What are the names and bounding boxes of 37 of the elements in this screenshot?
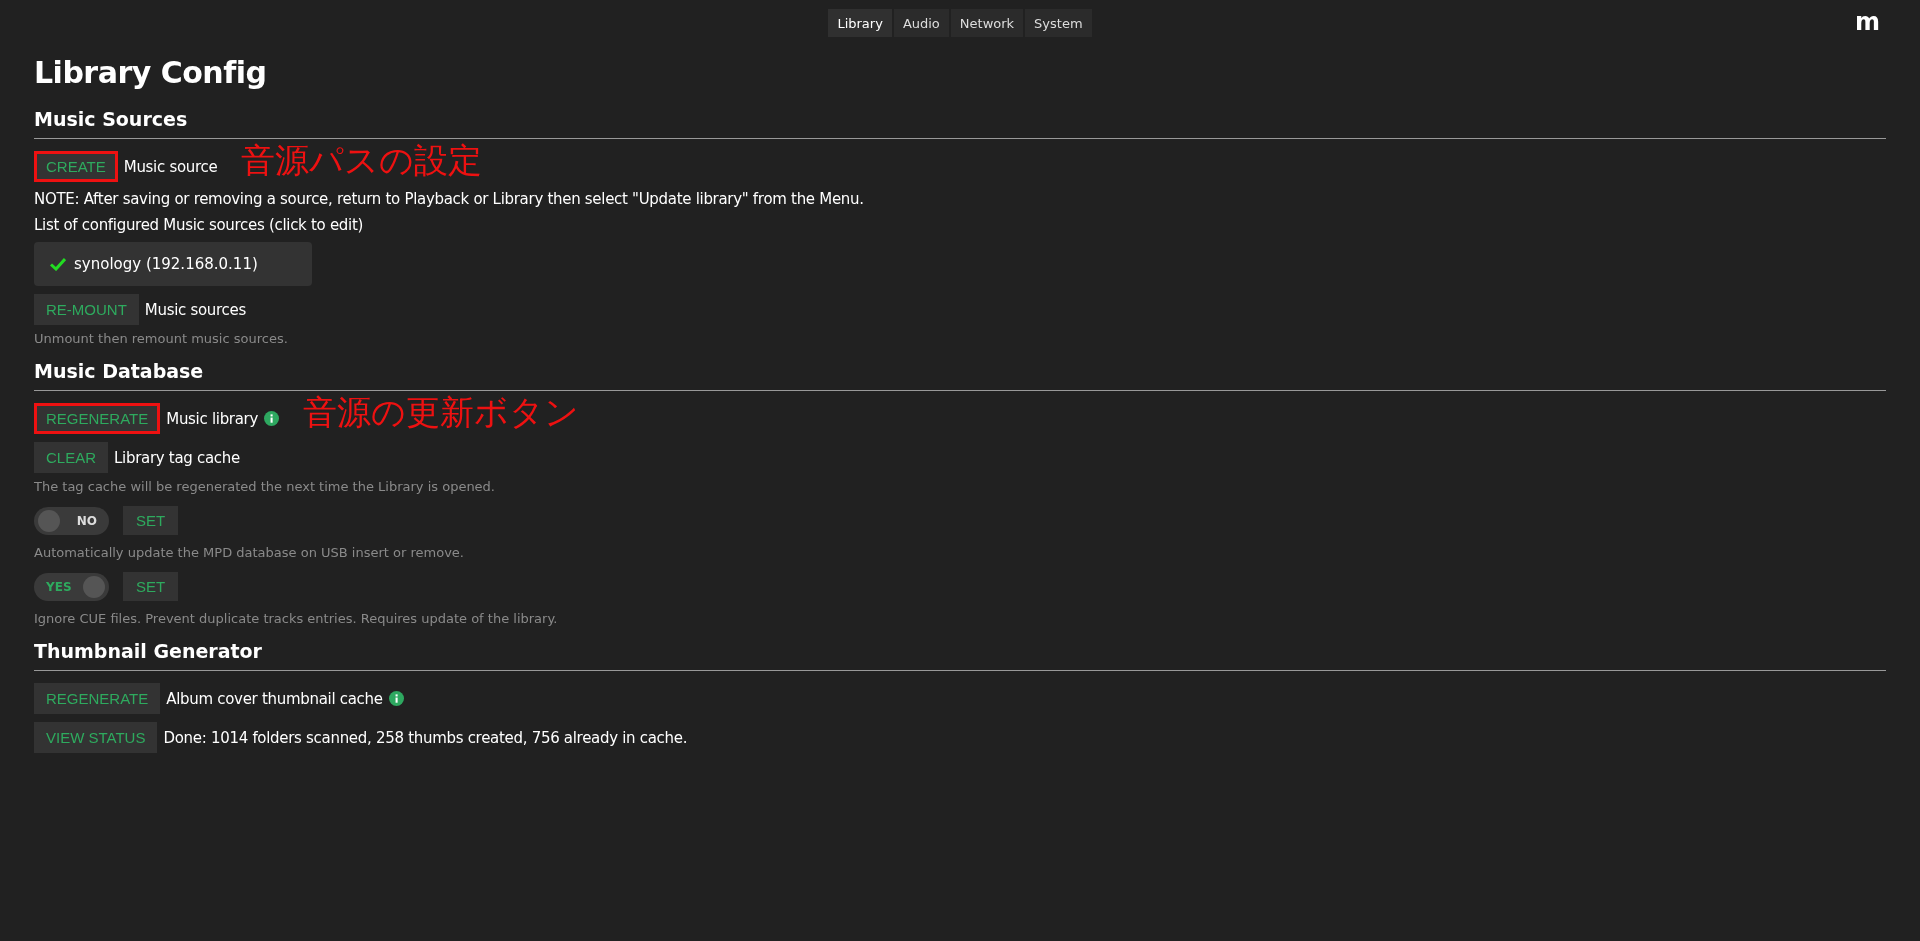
action-label: Done: 1014 folders scanned, 258 thumbs created, 756 already in cache. [163, 728, 688, 747]
info-icon[interactable] [388, 691, 404, 706]
action-button[interactable]: VIEW STATUS [34, 722, 158, 753]
action-label: Music source [123, 157, 218, 176]
action-label: Music sources [144, 300, 246, 319]
source-item[interactable]: synology (192.168.0.11) [34, 242, 312, 286]
action-button[interactable]: RE-MOUNT [34, 294, 139, 325]
note-text: List of configured Music sources (click to edit) [34, 216, 365, 234]
section-heading: Thumbnail Generator [34, 640, 263, 662]
set-button[interactable]: SET [123, 506, 179, 535]
set-button[interactable]: SET [123, 572, 179, 601]
help-text: Unmount then remount music sources. [34, 331, 289, 346]
toggle-switch[interactable]: NO [34, 506, 109, 535]
nav-tab[interactable]: Network [950, 9, 1024, 37]
nav-tab[interactable]: Library [828, 9, 892, 37]
annotation-text: 音源パスの設定 [241, 141, 483, 178]
check-icon [50, 257, 66, 271]
action-button[interactable]: REGENERATE [34, 683, 161, 714]
logo[interactable]: m [1855, 8, 1880, 36]
note-text: NOTE: After saving or removing a source, return to Playback or Library then select "Update library" from the Menu. [34, 190, 865, 208]
page-title: Library Config [34, 55, 268, 90]
help-text: The tag cache will be regenerated the next time the Library is opened. [34, 479, 496, 494]
section-heading: Music Sources [34, 108, 189, 130]
section-heading: Music Database [34, 360, 205, 382]
toggle-switch[interactable]: YES [34, 572, 109, 601]
action-button[interactable]: REGENERATE [34, 403, 161, 434]
nav-tab[interactable]: Audio [893, 9, 949, 37]
info-icon[interactable] [264, 411, 280, 426]
action-label: Album cover thumbnail cache [166, 689, 383, 708]
annotation-text: 音源の更新ボタン [303, 393, 580, 430]
action-label: Library tag cache [114, 448, 240, 467]
action-button[interactable]: CREATE [34, 151, 118, 182]
help-text: Ignore CUE files. Prevent duplicate tracks entries. Requires update of the library. [34, 611, 559, 626]
action-label: Music library [166, 409, 259, 428]
action-button[interactable]: CLEAR [34, 442, 109, 473]
help-text: Automatically update the MPD database on USB insert or remove. [34, 545, 465, 560]
nav-tab[interactable]: System [1025, 9, 1092, 37]
